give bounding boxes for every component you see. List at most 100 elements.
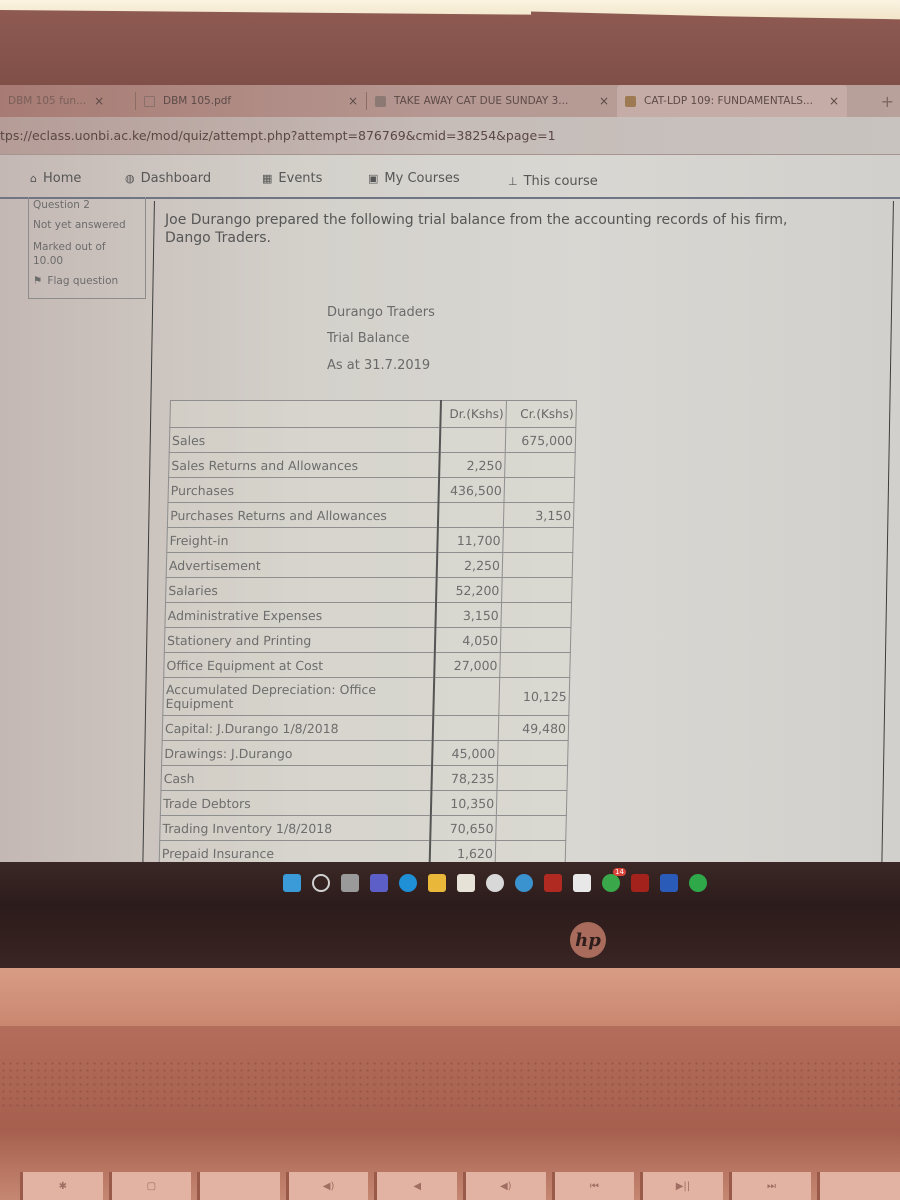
netflix-icon[interactable] [631, 874, 649, 892]
laptop-screen: DBM 105 fun... × DBM 105.pdf × TAKE AWAY… [0, 85, 900, 865]
user-icon [375, 95, 386, 107]
question-number: Question 2 [33, 199, 90, 211]
account-cell: Office Equipment at Cost [163, 652, 435, 678]
table-row: Stationery and Printing 4,050 [164, 627, 571, 653]
nav-dashboard[interactable]: ◍ Dashboard [125, 171, 211, 186]
function-key[interactable]: ⏭ [728, 1172, 812, 1200]
store-icon[interactable] [457, 874, 475, 892]
laptop-hinge [0, 968, 900, 1028]
function-key[interactable]: ◀) [462, 1172, 546, 1200]
nav-label: My Courses [384, 171, 460, 186]
account-cell: Salaries [165, 577, 437, 603]
dr-cell [432, 677, 500, 716]
question-status: Not yet answered [33, 218, 126, 231]
address-bar[interactable]: tps://eclass.uonbi.ac.ke/mod/quiz/attemp… [0, 117, 900, 155]
teams-icon[interactable] [370, 874, 388, 892]
dr-cell [437, 502, 504, 528]
function-key[interactable]: ▶|| [640, 1172, 723, 1200]
account-cell: Sales Returns and Allowances [168, 452, 440, 478]
cr-cell [500, 602, 572, 628]
new-tab-button[interactable]: + [875, 92, 900, 111]
table-row: Accumulated Depreciation: Office Equipme… [162, 677, 570, 716]
headset-icon[interactable] [486, 874, 504, 892]
function-key[interactable]: ◀ [374, 1172, 457, 1200]
table-row: Sales 675,000 [169, 427, 576, 453]
account-cell: Administrative Expenses [164, 602, 436, 628]
header-account [169, 400, 441, 428]
nav-label: Events [278, 171, 323, 186]
cr-cell: 49,480 [498, 715, 569, 741]
dr-cell: 45,000 [431, 740, 499, 766]
tab-dbm-105-pdf[interactable]: DBM 105.pdf × [136, 85, 366, 117]
speaker-grill [0, 1060, 900, 1110]
spotify-icon[interactable] [689, 874, 707, 892]
function-key[interactable]: ⏮ [551, 1172, 635, 1200]
cr-cell [500, 627, 571, 653]
mcafee-icon[interactable] [544, 874, 562, 892]
dr-cell: 3,150 [434, 602, 502, 628]
function-key[interactable]: ◀) [285, 1172, 369, 1200]
help-icon[interactable] [515, 874, 533, 892]
edge-icon[interactable] [399, 874, 417, 892]
table-row: Administrative Expenses 3,150 [164, 602, 572, 628]
url-text[interactable]: tps://eclass.uonbi.ac.ke/mod/quiz/attemp… [0, 128, 556, 143]
dr-cell: 27,000 [433, 652, 501, 678]
table-row: Cash 78,235 [160, 765, 568, 791]
nav-my-courses[interactable]: ▣ My Courses [368, 171, 460, 186]
trial-balance-company: Durango Traders [327, 305, 435, 320]
tab-label: DBM 105 fun... [8, 95, 87, 107]
tab-cat-ldp-109[interactable]: CAT-LDP 109: FUNDAMENTALS... × [617, 85, 847, 117]
dr-cell: 10,350 [430, 790, 497, 816]
nav-label: Home [42, 171, 82, 186]
nav-events[interactable]: ▦ Events [262, 171, 322, 186]
dr-cell: 2,250 [436, 552, 503, 578]
close-icon[interactable]: × [829, 94, 839, 108]
cr-cell: 675,000 [505, 427, 576, 453]
tab-label: CAT-LDP 109: FUNDAMENTALS... [644, 95, 813, 107]
cr-cell: 10,125 [498, 677, 570, 716]
table-row: Purchases 436,500 [167, 477, 575, 503]
function-key[interactable]: ✱ [20, 1172, 103, 1200]
header-cr: Cr.(Kshs) [505, 400, 577, 428]
cr-cell [497, 740, 569, 766]
account-cell: Freight-in [166, 527, 438, 553]
close-icon[interactable]: × [94, 94, 104, 108]
nav-this-course[interactable]: ⊥ This course [508, 174, 598, 189]
function-key[interactable]: ▢ [108, 1172, 192, 1200]
close-icon[interactable]: × [348, 94, 358, 108]
table-row: Drawings: J.Durango 45,000 [161, 740, 569, 766]
wikipedia-icon[interactable] [573, 874, 591, 892]
cr-cell [496, 765, 568, 791]
word-icon[interactable] [660, 874, 678, 892]
nav-label: This course [523, 174, 598, 189]
marked-label: Marked out of [33, 241, 106, 254]
browser-tab-bar: DBM 105 fun... × DBM 105.pdf × TAKE AWAY… [0, 85, 900, 117]
flag-question-link[interactable]: ⚑ Flag question [33, 275, 141, 289]
site-navbar: ⌂ Home ◍ Dashboard ▦ Events ▣ My Courses… [0, 157, 900, 199]
tab-label: DBM 105.pdf [163, 95, 232, 107]
tab-take-away-cat[interactable]: TAKE AWAY CAT DUE SUNDAY 3... × [367, 85, 617, 117]
function-key[interactable] [817, 1172, 900, 1200]
nav-home[interactable]: ⌂ Home [30, 171, 81, 186]
laptop-bezel-top [0, 10, 900, 88]
dr-cell: 78,235 [430, 765, 498, 791]
tab-dbm-105-fun[interactable]: DBM 105 fun... × [0, 85, 135, 117]
whatsapp-icon[interactable] [602, 874, 620, 892]
cr-cell [504, 452, 576, 478]
account-cell: Cash [160, 765, 432, 791]
search-icon[interactable] [312, 874, 330, 892]
dr-cell: 70,650 [429, 815, 497, 841]
file-explorer-icon[interactable] [428, 874, 446, 892]
cr-cell [502, 552, 573, 578]
table-row: Advertisement 2,250 [166, 552, 573, 578]
dr-cell [432, 715, 499, 741]
briefcase-icon: ▣ [368, 172, 379, 185]
trial-balance-table: Dr.(Kshs) Cr.(Kshs) Sales 675,000 Sales Re… [159, 400, 577, 865]
cr-cell [501, 577, 573, 603]
close-icon[interactable]: × [599, 94, 609, 108]
function-key[interactable] [197, 1172, 280, 1200]
home-icon: ⌂ [30, 172, 37, 185]
start-icon[interactable] [283, 874, 301, 892]
flag-icon: ⚑ [33, 274, 43, 287]
task-view-icon[interactable] [341, 874, 359, 892]
